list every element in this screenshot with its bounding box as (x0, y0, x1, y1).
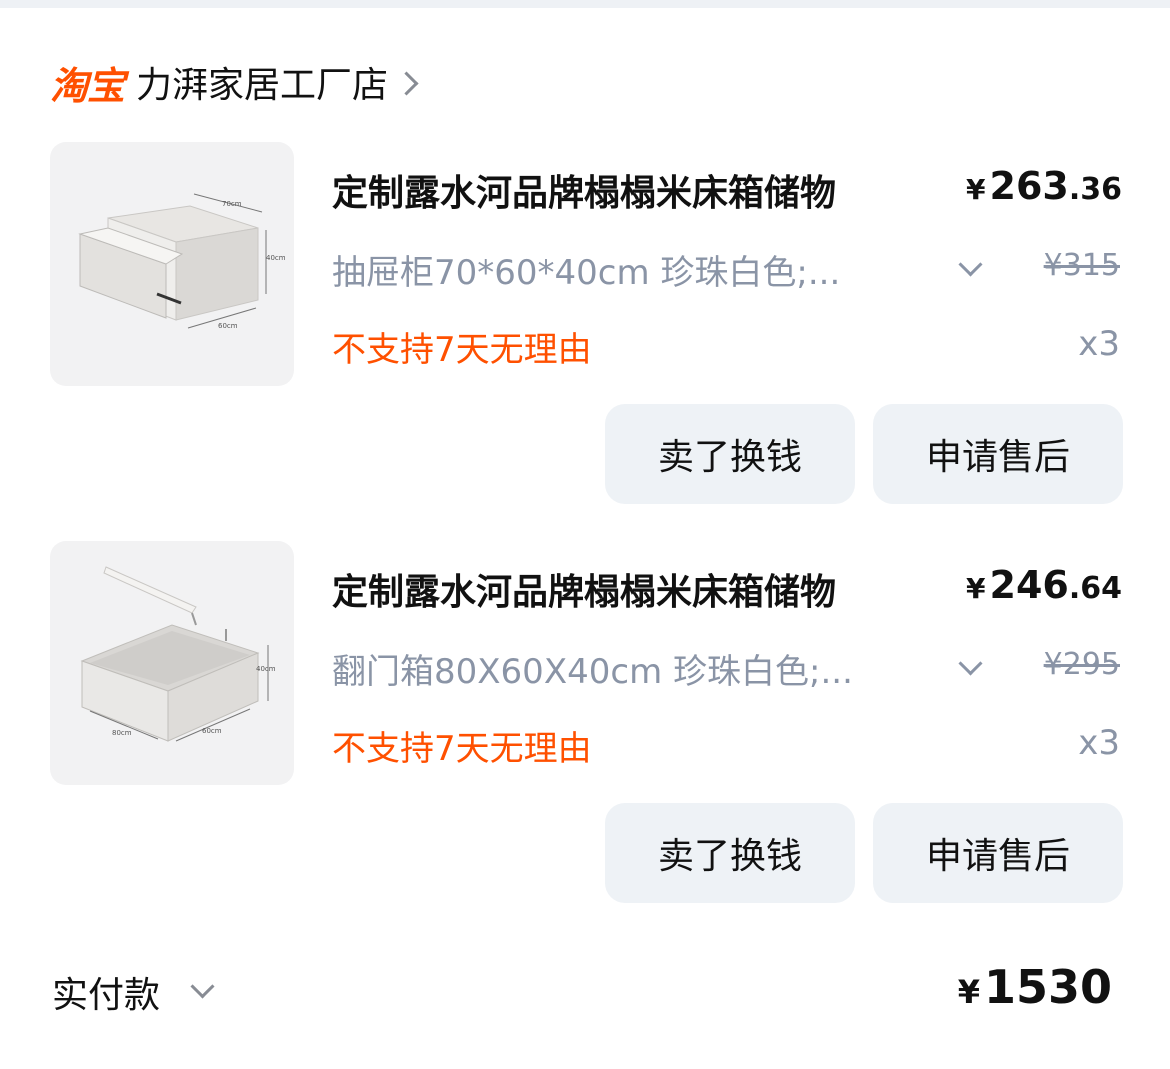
store-name[interactable]: 力湃家居工厂店 (136, 56, 388, 108)
product-price: ¥263.36 (966, 164, 1122, 208)
chevron-right-icon[interactable] (394, 70, 419, 96)
product-image[interactable]: 40cm 80cm 60cm (50, 541, 294, 785)
flip-lid-box-image: 40cm 80cm 60cm (80, 566, 276, 742)
image-dim-label: 40cm (256, 665, 276, 673)
original-price: ¥315 (1043, 248, 1120, 283)
chevron-down-icon[interactable] (958, 252, 983, 277)
quantity: x3 (1078, 723, 1120, 763)
price-integer: 263 (989, 164, 1069, 208)
order-item: 40cm 80cm 60cm 定制露水河品牌榻榻米床箱储物 ¥246.64 翻门… (0, 541, 1170, 921)
taobao-logo: 淘宝 (50, 63, 125, 108)
order-item: 70cm 40cm 60cm 定制露水河品牌榻榻米床箱储物 ¥263.36 抽屉… (0, 142, 1170, 522)
price-decimal: .64 (1068, 571, 1122, 606)
top-divider (0, 0, 1170, 8)
image-dim-label: 60cm (218, 322, 238, 330)
product-title[interactable]: 定制露水河品牌榻榻米床箱储物 (332, 563, 836, 615)
product-image[interactable]: 70cm 40cm 60cm (50, 142, 294, 386)
chevron-down-icon[interactable] (958, 651, 983, 676)
sku-spec[interactable]: 抽屉柜70*60*40cm 珍珠白色;... (332, 245, 922, 294)
drawer-cabinet-image: 70cm 40cm 60cm (78, 193, 286, 330)
original-price: ¥295 (1043, 647, 1120, 682)
price-decimal: .36 (1068, 172, 1122, 207)
total-currency: ¥ (957, 973, 980, 1011)
image-dim-label: 70cm (222, 200, 242, 208)
chevron-down-icon[interactable] (190, 974, 215, 999)
image-dim-label: 60cm (202, 727, 222, 735)
image-dim-label: 40cm (266, 254, 286, 262)
actual-payment-label[interactable]: 实付款 (52, 966, 160, 1018)
sell-for-cash-button[interactable]: 卖了换钱 (605, 803, 855, 903)
return-policy-notice: 不支持7天无理由 (332, 330, 592, 370)
quantity: x3 (1078, 324, 1120, 364)
sell-for-cash-button[interactable]: 卖了换钱 (605, 404, 855, 504)
price-integer: 246 (989, 563, 1069, 607)
price-currency: ¥ (966, 572, 986, 605)
after-sales-button[interactable]: 申请售后 (873, 404, 1123, 504)
product-title[interactable]: 定制露水河品牌榻榻米床箱储物 (332, 164, 836, 216)
price-currency: ¥ (966, 173, 986, 206)
after-sales-button[interactable]: 申请售后 (873, 803, 1123, 903)
store-header[interactable]: 淘宝 力湃家居工厂店 (50, 52, 419, 112)
sku-spec[interactable]: 翻门箱80X60X40cm 珍珠白色;... (332, 644, 922, 693)
return-policy-notice: 不支持7天无理由 (332, 729, 592, 769)
product-price: ¥246.64 (966, 563, 1122, 607)
total-value: 1530 (983, 960, 1112, 1014)
image-dim-label: 80cm (112, 729, 132, 737)
total-amount: ¥1530 (958, 960, 1112, 1014)
